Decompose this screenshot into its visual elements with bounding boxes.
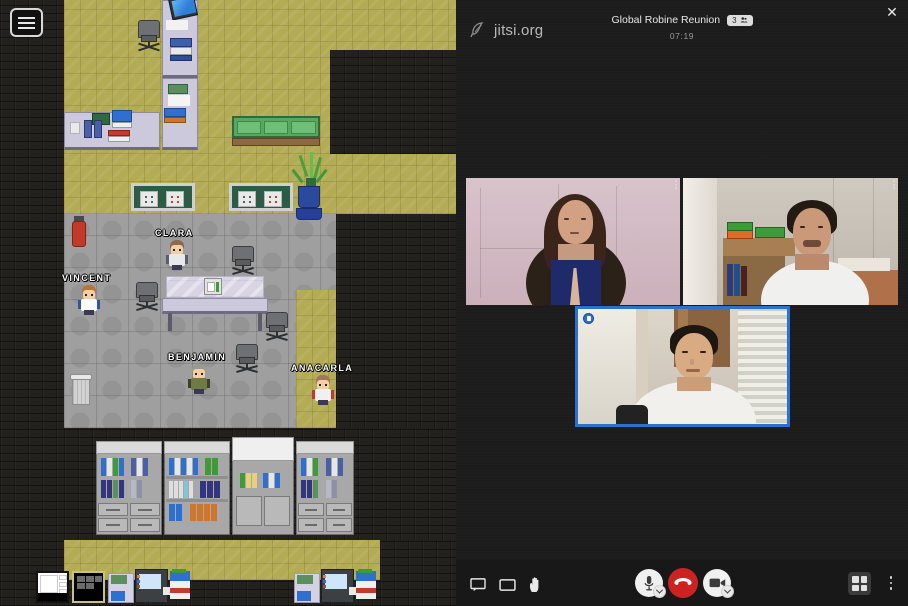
- keyboard-1: [166, 20, 188, 30]
- character-name-1: CLARA: [155, 228, 194, 238]
- microphone-button[interactable]: [635, 569, 666, 598]
- tile-view-button[interactable]: [848, 572, 871, 595]
- character-name-4: ANACARLA: [291, 363, 354, 373]
- meeting-title: Global Robine Reunion: [611, 14, 721, 26]
- close-button[interactable]: ✕: [882, 2, 902, 22]
- chair-5: [232, 344, 262, 374]
- participant-tile-2[interactable]: [683, 178, 898, 305]
- hangup-icon: [674, 578, 692, 585]
- character-avatar-4[interactable]: [312, 375, 334, 405]
- binder-2: [94, 120, 102, 138]
- desk-note-1: [70, 122, 80, 134]
- character-avatar-2[interactable]: [78, 285, 100, 315]
- papers-1: [168, 95, 190, 106]
- app-window: CLARA VINCENT BENJAMIN ANACARLA jitsi.or…: [0, 0, 908, 606]
- sofa-base: [232, 138, 320, 146]
- book-blue-1: [164, 108, 186, 117]
- chair-4: [262, 312, 292, 342]
- chat-button[interactable]: [470, 578, 486, 597]
- more-options-button[interactable]: [884, 572, 898, 594]
- tile-1-menu-icon[interactable]: [675, 180, 677, 189]
- workstation-tab-1[interactable]: [108, 569, 190, 603]
- participant-count-value: 3: [732, 15, 737, 25]
- book-orange-1: [164, 117, 186, 123]
- notice-board-2: [229, 183, 293, 211]
- screen-share-button[interactable]: [499, 579, 516, 597]
- layout-tab[interactable]: [36, 571, 69, 603]
- participant-tile-3[interactable]: [575, 306, 790, 427]
- microphone-options-chevron[interactable]: [653, 585, 666, 598]
- raise-hand-button[interactable]: [528, 576, 543, 598]
- book-white-2: [108, 136, 130, 142]
- jitsi-header: jitsi.org Global Robine Reunion 3 07:19 …: [456, 0, 908, 58]
- meeting-info: Global Robine Reunion 3 07:19: [456, 10, 908, 41]
- tile-2-menu-icon[interactable]: [893, 180, 895, 189]
- book-white-1: [112, 122, 132, 128]
- book-green-1: [168, 84, 188, 94]
- participant-count-badge[interactable]: 3: [727, 14, 753, 26]
- camera-options-chevron[interactable]: [721, 585, 734, 598]
- workstation-tab-2[interactable]: [294, 569, 376, 603]
- book-stack-1: [170, 38, 192, 47]
- book-stack-2: [170, 47, 192, 55]
- wall-left: [0, 0, 64, 606]
- people-icon: [740, 17, 747, 23]
- tile-view-icon: [852, 576, 859, 583]
- chat-icon: [470, 578, 486, 592]
- character-name-3: BENJAMIN: [168, 352, 227, 362]
- character-avatar-1[interactable]: [166, 240, 188, 270]
- camera-button[interactable]: [703, 569, 734, 598]
- character-name-2: VINCENT: [62, 273, 112, 283]
- meeting-desk: [162, 298, 268, 314]
- menu-icon: [18, 16, 35, 19]
- notice-board-1: [131, 183, 195, 211]
- raise-hand-icon: [529, 577, 539, 592]
- book-stack-3: [170, 55, 192, 61]
- chair-2: [228, 246, 258, 276]
- meeting-timer: 07:19: [669, 31, 695, 41]
- jitsi-panel: jitsi.org Global Robine Reunion 3 07:19 …: [456, 0, 908, 606]
- desk-leg-1: [168, 313, 172, 331]
- game-bottom-bar[interactable]: [0, 565, 456, 606]
- hangup-button[interactable]: [668, 568, 698, 598]
- more-options-icon: [889, 576, 893, 579]
- participant-tile-1[interactable]: [466, 178, 680, 305]
- grid-tab[interactable]: [72, 571, 105, 603]
- active-speaker-badge: [583, 313, 594, 324]
- jitsi-toolbar: [456, 560, 908, 606]
- floor-yellow-patch: [296, 290, 336, 428]
- binder-1: [84, 120, 92, 138]
- chair-1: [134, 20, 164, 52]
- wall-right-upper: [330, 50, 456, 154]
- virtual-office-game[interactable]: CLARA VINCENT BENJAMIN ANACARLA: [0, 0, 456, 606]
- character-avatar-3[interactable]: [188, 364, 210, 394]
- screen-share-icon: [499, 579, 516, 591]
- book-blue-2: [112, 110, 132, 122]
- menu-button[interactable]: [10, 8, 43, 37]
- sofa: [232, 116, 320, 138]
- chair-3: [132, 282, 162, 312]
